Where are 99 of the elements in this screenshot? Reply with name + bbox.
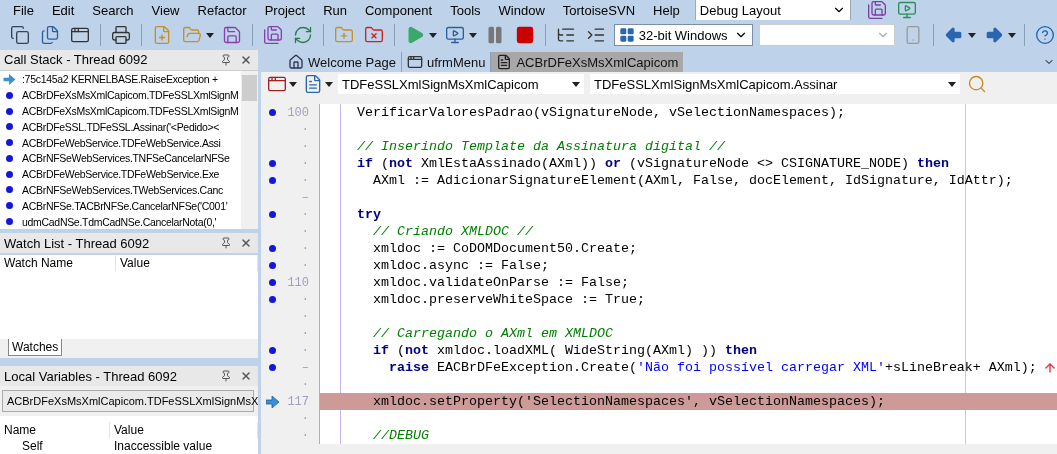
- menu-item[interactable]: View: [144, 2, 191, 18]
- caret-icon: [325, 81, 333, 87]
- menu-item[interactable]: Help: [646, 2, 691, 18]
- menu-item[interactable]: TortoiseSVN: [555, 2, 647, 18]
- column-header[interactable]: Name: [0, 421, 110, 438]
- pin-icon[interactable]: [220, 237, 232, 250]
- caret-icon: [205, 32, 214, 38]
- stack-frame[interactable]: udmCadNSe.TdmCadNSe.CancelarNota(0,': [22, 215, 217, 228]
- pin-icon[interactable]: [220, 370, 232, 383]
- column-header[interactable]: Value: [110, 421, 258, 438]
- menu-item[interactable]: Component: [358, 2, 444, 18]
- stack-frame[interactable]: ACBrDFeWebService.TDFeWebService.Exe: [22, 168, 220, 181]
- line-number: –: [300, 190, 309, 205]
- stack-frame[interactable]: ACBrDFeXsMsXmlCapicom.TDFeSSLXmlSignM: [22, 89, 239, 102]
- line-number: ·: [300, 309, 309, 324]
- stack-frame[interactable]: :75c145a2 KERNELBASE.RaiseException +: [22, 73, 218, 86]
- line-number: ·: [300, 428, 309, 443]
- dropdown-caret[interactable]: [1008, 32, 1016, 38]
- line-number: ·: [300, 156, 309, 171]
- code-line: xmldoc.async := False;: [372, 257, 550, 274]
- code-line: try: [356, 206, 382, 223]
- caret-icon: [968, 32, 976, 38]
- line-number: 100: [286, 105, 309, 120]
- caret-icon: [428, 32, 437, 38]
- caret-icon: [289, 81, 297, 87]
- line-number: ·: [300, 377, 309, 392]
- layout-combo[interactable]: Debug Layout: [694, 0, 851, 21]
- line-number: ·: [300, 292, 309, 307]
- close-icon[interactable]: [240, 370, 252, 383]
- menu-item[interactable]: Window: [491, 2, 556, 18]
- editor-tab[interactable]: ACBrDFeXsMsXmlCapicom: [491, 52, 684, 72]
- panel-title: Watch List - Thread 6092: [4, 235, 150, 251]
- line-number: ·: [300, 122, 309, 137]
- windows-logo-icon: [618, 27, 635, 43]
- menu-item[interactable]: Edit: [44, 2, 86, 18]
- line-number: –: [300, 360, 309, 375]
- column-header[interactable]: Watch Name: [0, 255, 116, 271]
- code-line: xmldoc := CoDOMDocument50.Create;: [372, 240, 638, 257]
- document-icon: [496, 54, 513, 70]
- caret-icon: [1008, 32, 1016, 38]
- stack-frame[interactable]: ACBrDFeXsMsXmlCapicom.TDFeSSLXmlSignM: [22, 105, 239, 117]
- line-number: ·: [300, 224, 309, 239]
- pin-icon[interactable]: [220, 53, 232, 66]
- platform-combo[interactable]: 32-bit Windows: [613, 24, 753, 46]
- code-line: // Carregando o AXml em XMLDOC: [372, 325, 614, 342]
- stack-frame[interactable]: ACBrDFeSSL.TDFeSSL.Assinar('<Pedido><: [22, 120, 220, 133]
- variable-name: Self: [21, 437, 44, 454]
- method-combo[interactable]: TDFeSSLXmlSignMsXmlCapicom.Assinar: [589, 73, 961, 95]
- menu-item[interactable]: Search: [85, 2, 145, 18]
- line-number: ·: [300, 411, 309, 426]
- close-icon[interactable]: [240, 237, 252, 250]
- line-number: ·: [300, 326, 309, 341]
- menu-item[interactable]: Run: [316, 2, 358, 18]
- dropdown-caret[interactable]: [968, 32, 976, 38]
- panel-title: Local Variables - Thread 6092: [4, 368, 177, 384]
- scrollbar[interactable]: [241, 70, 258, 230]
- menu-item[interactable]: Tools: [443, 2, 492, 18]
- line-number: ·: [300, 173, 309, 188]
- code-line: // Inserindo Template da Assinatura digital //: [356, 138, 726, 155]
- stack-frame[interactable]: ACBrDFeWebService.TDFeWebService.Assi: [22, 136, 221, 149]
- code-line: raise EACBrDFeException.Create('Não foi possível carregar XML'+sLineBreak+ AXml);: [388, 359, 1037, 376]
- variable-value: Inaccessible value: [113, 437, 214, 454]
- code-line: xmldoc.validateOnParse := False;: [372, 274, 630, 291]
- line-number: ·: [300, 139, 309, 154]
- stack-frame[interactable]: ACBrNFSe.TACBrNFSe.CancelarNFSe('C001': [22, 199, 228, 212]
- line-number: ·: [300, 258, 309, 273]
- dropdown-caret[interactable]: [289, 81, 297, 87]
- caret-icon: [572, 81, 580, 87]
- line-number: ·: [300, 241, 309, 256]
- code-line: AXml := AdicionarSignatureElement(AXml, False, docElement, IdSignature, IdAttr);: [372, 172, 1014, 189]
- menu-item[interactable]: File: [6, 2, 45, 18]
- class-combo[interactable]: TDFeSSLXmlSignMsXmlCapicom: [337, 73, 585, 95]
- code-line: // Criando XMLDOC //: [372, 223, 534, 240]
- home-icon: [288, 54, 304, 70]
- column-header[interactable]: Value: [116, 255, 258, 271]
- line-number: ·: [300, 343, 309, 358]
- dropdown-caret[interactable]: [325, 81, 333, 87]
- panel-title: Call Stack - Thread 6092: [4, 52, 148, 68]
- code-line: if (not XmlEstaAssinado(AXml)) or (vSignatureNode <> CSIGNATURE_NODE) then: [356, 155, 950, 172]
- code-line: //DEBUG: [372, 427, 430, 444]
- line-number: ·: [300, 207, 309, 222]
- code-line: if (not xmldoc.loadXML( WideString(AXml) )) then: [372, 342, 758, 359]
- dropdown-caret[interactable]: [468, 32, 477, 38]
- code-line: xmldoc.preserveWhiteSpace := True;: [372, 291, 646, 308]
- menu-item[interactable]: Project: [257, 2, 317, 18]
- close-icon[interactable]: [240, 53, 252, 66]
- new-items-button[interactable]: [8, 23, 32, 47]
- line-number: 110: [286, 275, 309, 290]
- dropdown-caret[interactable]: [428, 32, 437, 38]
- caret-icon: [948, 81, 956, 87]
- execution-point-arrow-icon: [265, 395, 279, 408]
- caret-icon: [468, 32, 477, 38]
- code-line: VerificarValoresPadrao(vSignatureNode, vSelectionNamespaces);: [356, 104, 846, 121]
- dropdown-caret[interactable]: [205, 32, 214, 38]
- menu-item[interactable]: Refactor: [190, 2, 258, 18]
- line-number: 117: [286, 394, 309, 409]
- stack-frame[interactable]: ACBrNFSeWebServices.TNFSeCancelarNFSe: [22, 152, 230, 165]
- stack-frame[interactable]: ACBrNFSeWebServices.TWebServices.Canc: [22, 184, 223, 196]
- form-icon: [406, 54, 423, 70]
